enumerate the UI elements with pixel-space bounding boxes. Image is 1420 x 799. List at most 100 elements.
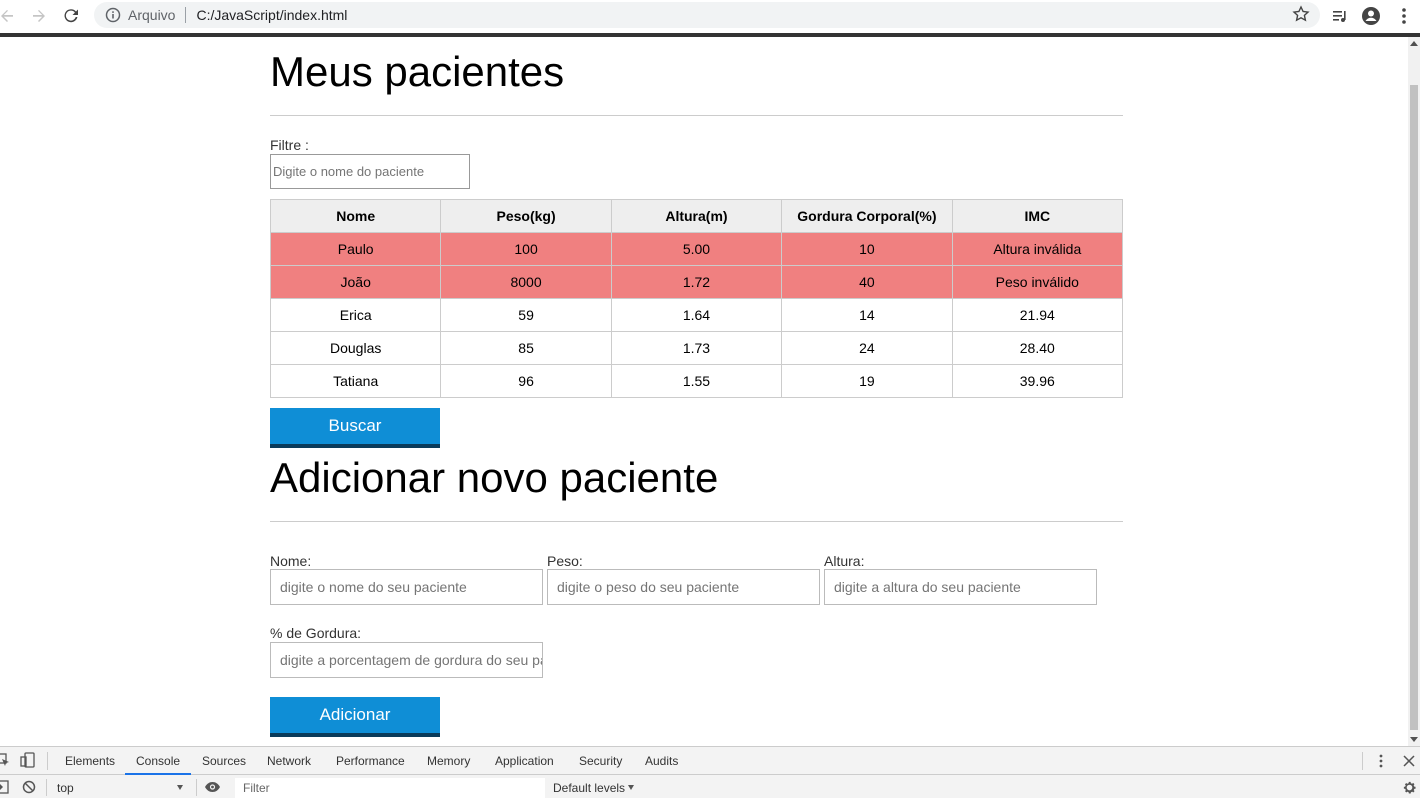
account-icon[interactable] (1359, 4, 1383, 28)
nome-input[interactable] (270, 569, 543, 605)
search-button[interactable]: Buscar (270, 408, 440, 448)
table-row[interactable]: Erica 59 1.64 14 21.94 (269, 298, 1124, 332)
altura-input[interactable] (824, 569, 1097, 605)
cell-peso: 8000 (440, 265, 612, 299)
device-toggle-icon[interactable] (20, 752, 36, 771)
media-icon[interactable] (1328, 4, 1352, 28)
gear-icon[interactable] (1402, 780, 1417, 798)
cell-peso: 100 (440, 232, 612, 266)
scrollbar-thumb[interactable] (1410, 85, 1418, 730)
address-bar[interactable]: Arquivo C:/JavaScript/index.html (94, 2, 1320, 28)
cell-peso: 96 (440, 364, 612, 398)
forward-arrow-icon[interactable] (27, 4, 51, 28)
context-select[interactable]: top (57, 781, 74, 795)
cell-altura: 1.73 (610, 331, 783, 365)
clear-console-icon[interactable] (22, 780, 36, 797)
table-row[interactable]: Douglas 85 1.73 24 28.40 (269, 331, 1124, 365)
altura-label: Altura: (824, 553, 865, 569)
cell-gordura: 24 (781, 331, 953, 365)
tab-audits[interactable]: Audits (634, 747, 689, 775)
tab-memory[interactable]: Memory (416, 747, 481, 775)
reload-icon[interactable] (59, 4, 83, 28)
cell-gordura: 40 (781, 265, 953, 299)
more-options-icon[interactable] (1378, 754, 1384, 771)
close-icon[interactable] (1403, 755, 1415, 770)
filter-input[interactable] (270, 154, 470, 189)
cell-imc: 39.96 (951, 364, 1124, 398)
divider (270, 521, 1123, 522)
cell-peso: 59 (440, 298, 612, 332)
header-altura: Altura(m) (610, 199, 783, 233)
cell-imc: 21.94 (951, 298, 1124, 332)
separator (47, 752, 48, 770)
star-icon[interactable] (1292, 5, 1310, 26)
table-row[interactable]: Paulo 100 5.00 10 Altura inválida (269, 232, 1124, 266)
page-viewport: Meus pacientes Filtre : Nome Peso(kg) Al… (0, 37, 1408, 746)
tab-console[interactable]: Console (125, 747, 192, 775)
divider (270, 115, 1123, 116)
cell-altura: 1.72 (610, 265, 783, 299)
tab-performance[interactable]: Performance (325, 747, 416, 775)
cell-imc: 28.40 (951, 331, 1124, 365)
cell-altura: 5.00 (610, 232, 783, 266)
scheme-label: Arquivo (128, 7, 176, 23)
form-title: Adicionar novo paciente (270, 454, 719, 501)
peso-label: Peso: (547, 553, 583, 569)
cell-imc: Altura inválida (951, 232, 1124, 266)
eye-icon[interactable] (204, 781, 221, 796)
chevron-down-icon[interactable] (628, 785, 634, 790)
cell-gordura: 19 (781, 364, 953, 398)
log-levels-select[interactable]: Default levels (553, 781, 625, 795)
cell-gordura: 14 (781, 298, 953, 332)
chevron-down-icon[interactable] (177, 785, 183, 790)
url-text[interactable]: C:/JavaScript/index.html (196, 7, 347, 23)
tab-security[interactable]: Security (568, 747, 633, 775)
back-arrow-icon[interactable] (0, 4, 19, 28)
scroll-up-arrow-icon[interactable] (1410, 41, 1418, 46)
cell-altura: 1.64 (610, 298, 783, 332)
peso-input[interactable] (547, 569, 820, 605)
cell-nome: Douglas (269, 331, 442, 365)
cell-gordura: 10 (781, 232, 953, 266)
separator (185, 7, 187, 23)
tab-application[interactable]: Application (484, 747, 565, 775)
tab-sources[interactable]: Sources (191, 747, 257, 775)
table-header-row: Nome Peso(kg) Altura(m) Gordura Corporal… (269, 199, 1124, 233)
devtools-tab-bar: Elements Console Sources Network Perform… (0, 747, 1420, 775)
filter-label: Filtre : (270, 137, 309, 153)
scroll-down-arrow-icon[interactable] (1410, 737, 1418, 742)
cell-nome: Paulo (269, 232, 442, 266)
console-toolbar: top Default levels (0, 776, 1420, 799)
patients-table: Nome Peso(kg) Altura(m) Gordura Corporal… (269, 199, 1124, 398)
cell-imc: Peso inválido (951, 265, 1124, 299)
browser-toolbar: Arquivo C:/JavaScript/index.html (0, 0, 1420, 33)
gordura-label: % de Gordura: (270, 625, 362, 641)
tab-elements[interactable]: Elements (54, 747, 126, 775)
menu-icon[interactable] (1392, 4, 1416, 28)
cell-altura: 1.55 (610, 364, 783, 398)
sidebar-toggle-icon[interactable] (0, 780, 9, 797)
header-peso: Peso(kg) (440, 199, 612, 233)
cell-nome: Erica (269, 298, 442, 332)
header-nome: Nome (269, 199, 442, 233)
header-imc: IMC (951, 199, 1124, 233)
header-gordura: Gordura Corporal(%) (781, 199, 953, 233)
inspect-icon[interactable] (0, 753, 10, 770)
devtools-panel: Elements Console Sources Network Perform… (0, 746, 1420, 798)
nome-label: Nome: (270, 553, 312, 569)
table-row[interactable]: Tatiana 96 1.55 19 39.96 (269, 364, 1124, 398)
table-row[interactable]: João 8000 1.72 40 Peso inválido (269, 265, 1124, 299)
gordura-input[interactable] (270, 642, 543, 678)
separator (46, 779, 47, 796)
cell-nome: Tatiana (269, 364, 442, 398)
separator (196, 779, 197, 796)
page-title: Meus pacientes (270, 48, 565, 95)
add-patient-button[interactable]: Adicionar (270, 697, 440, 737)
separator (1362, 752, 1363, 770)
page-scrollbar[interactable] (1408, 37, 1420, 746)
console-filter-input[interactable] (235, 778, 545, 798)
info-icon[interactable] (104, 6, 122, 24)
tab-network[interactable]: Network (256, 747, 322, 775)
cell-peso: 85 (440, 331, 612, 365)
cell-nome: João (269, 265, 442, 299)
